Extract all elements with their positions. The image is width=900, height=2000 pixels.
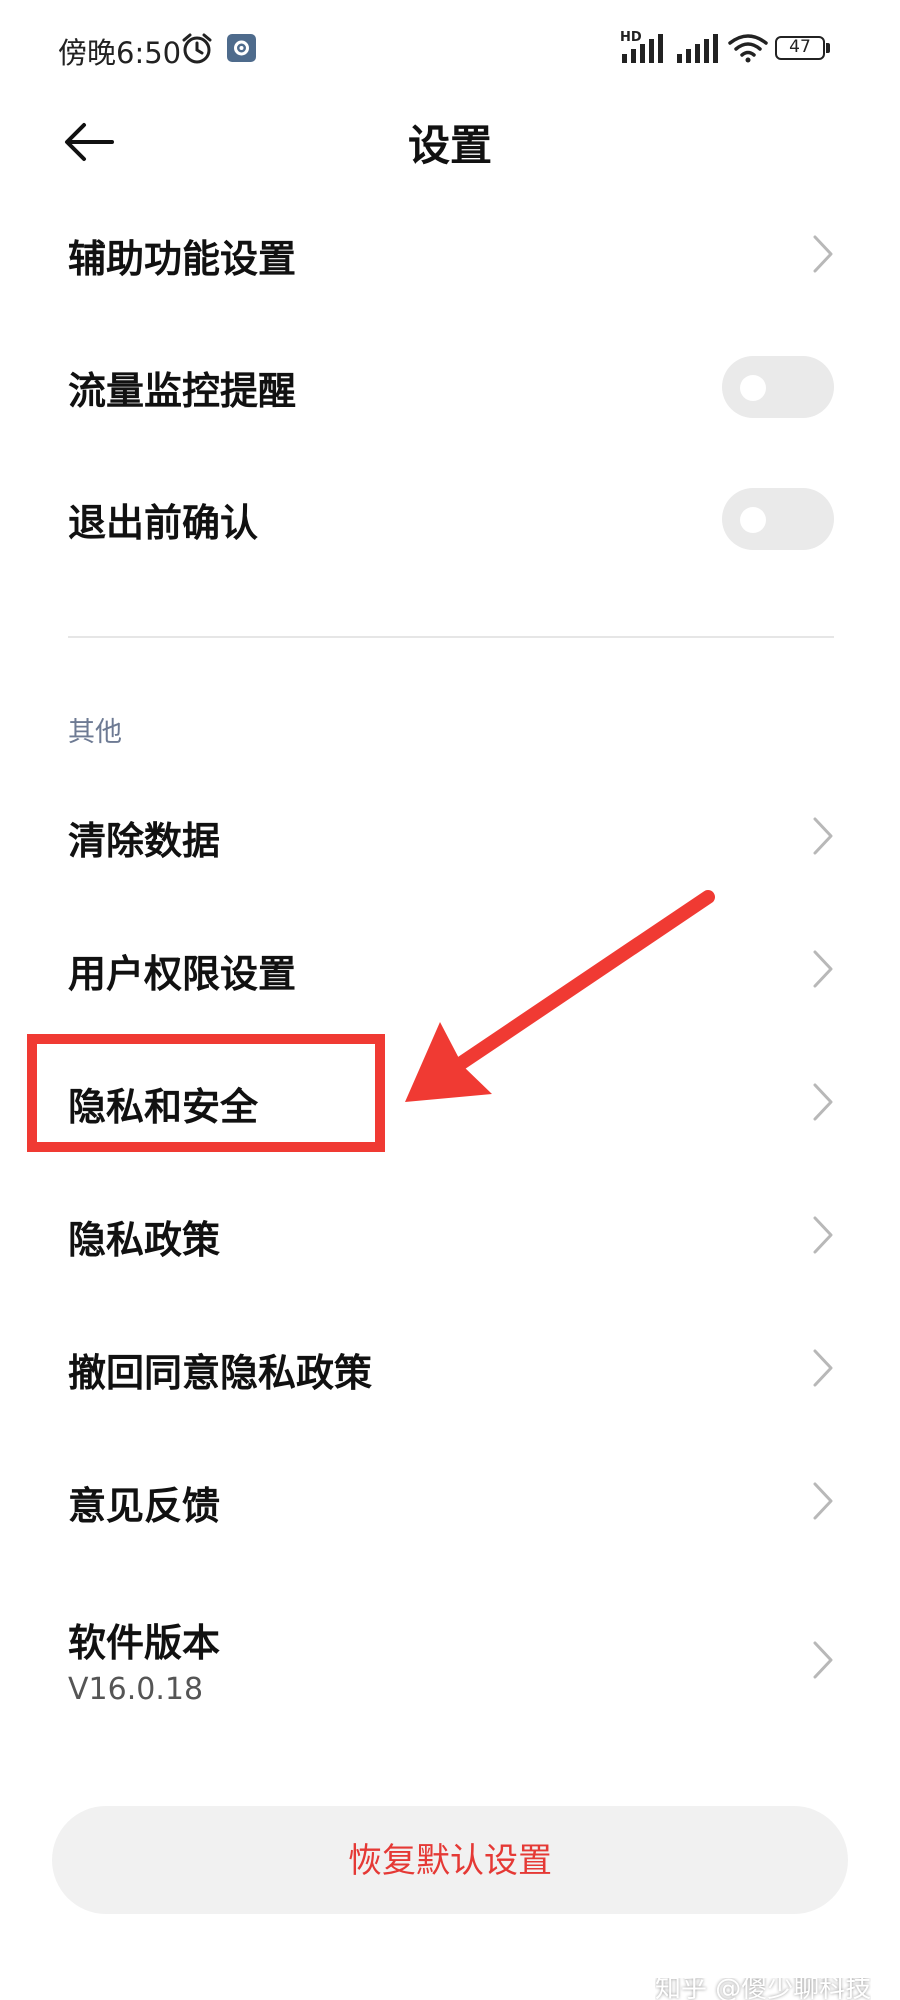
watermark: 知乎 @傻少聊科技 xyxy=(655,1978,872,2000)
annotation-arrow-icon xyxy=(405,890,715,1102)
